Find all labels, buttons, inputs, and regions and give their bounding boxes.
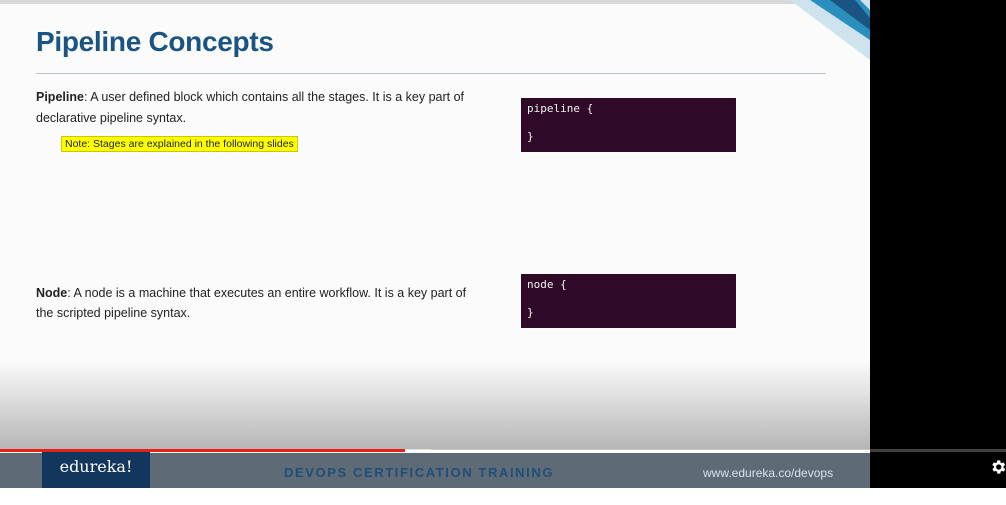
controls-gradient xyxy=(0,360,870,450)
video-player[interactable]: Pipeline Concepts Pipeline: A user defin… xyxy=(0,0,1006,488)
edureka-logo: edureka! xyxy=(42,450,150,488)
pipeline-text: : A user defined block which contains al… xyxy=(36,90,465,125)
corner-decoration xyxy=(790,0,870,60)
pipeline-code-close: } xyxy=(527,130,534,143)
note-highlight: Note: Stages are explained in the follow… xyxy=(61,136,298,152)
title-divider xyxy=(36,73,826,74)
pipeline-code-block: pipeline { } xyxy=(521,98,736,152)
node-term: Node xyxy=(36,286,68,300)
gear-icon[interactable] xyxy=(989,458,1006,476)
node-description: Node: A node is a machine that executes … xyxy=(36,283,486,323)
footer-course-title: DEVOPS CERTIFICATION TRAINING xyxy=(284,465,555,480)
progress-played xyxy=(0,449,406,452)
footer-url: www.edureka.co/devops xyxy=(703,466,834,480)
node-code-open: node { xyxy=(527,278,567,291)
slide: Pipeline Concepts Pipeline: A user defin… xyxy=(0,0,870,488)
pipeline-code-open: pipeline { xyxy=(527,102,594,115)
node-text: : A node is a machine that executes an e… xyxy=(36,286,467,320)
page-title: Pipeline Concepts xyxy=(36,26,274,57)
node-code-close: } xyxy=(527,306,534,319)
node-code-block: node { } xyxy=(521,274,736,328)
pipeline-term: Pipeline xyxy=(36,90,84,104)
pipeline-description: Pipeline: A user defined block which con… xyxy=(36,87,486,129)
slide-top-border xyxy=(0,0,870,4)
